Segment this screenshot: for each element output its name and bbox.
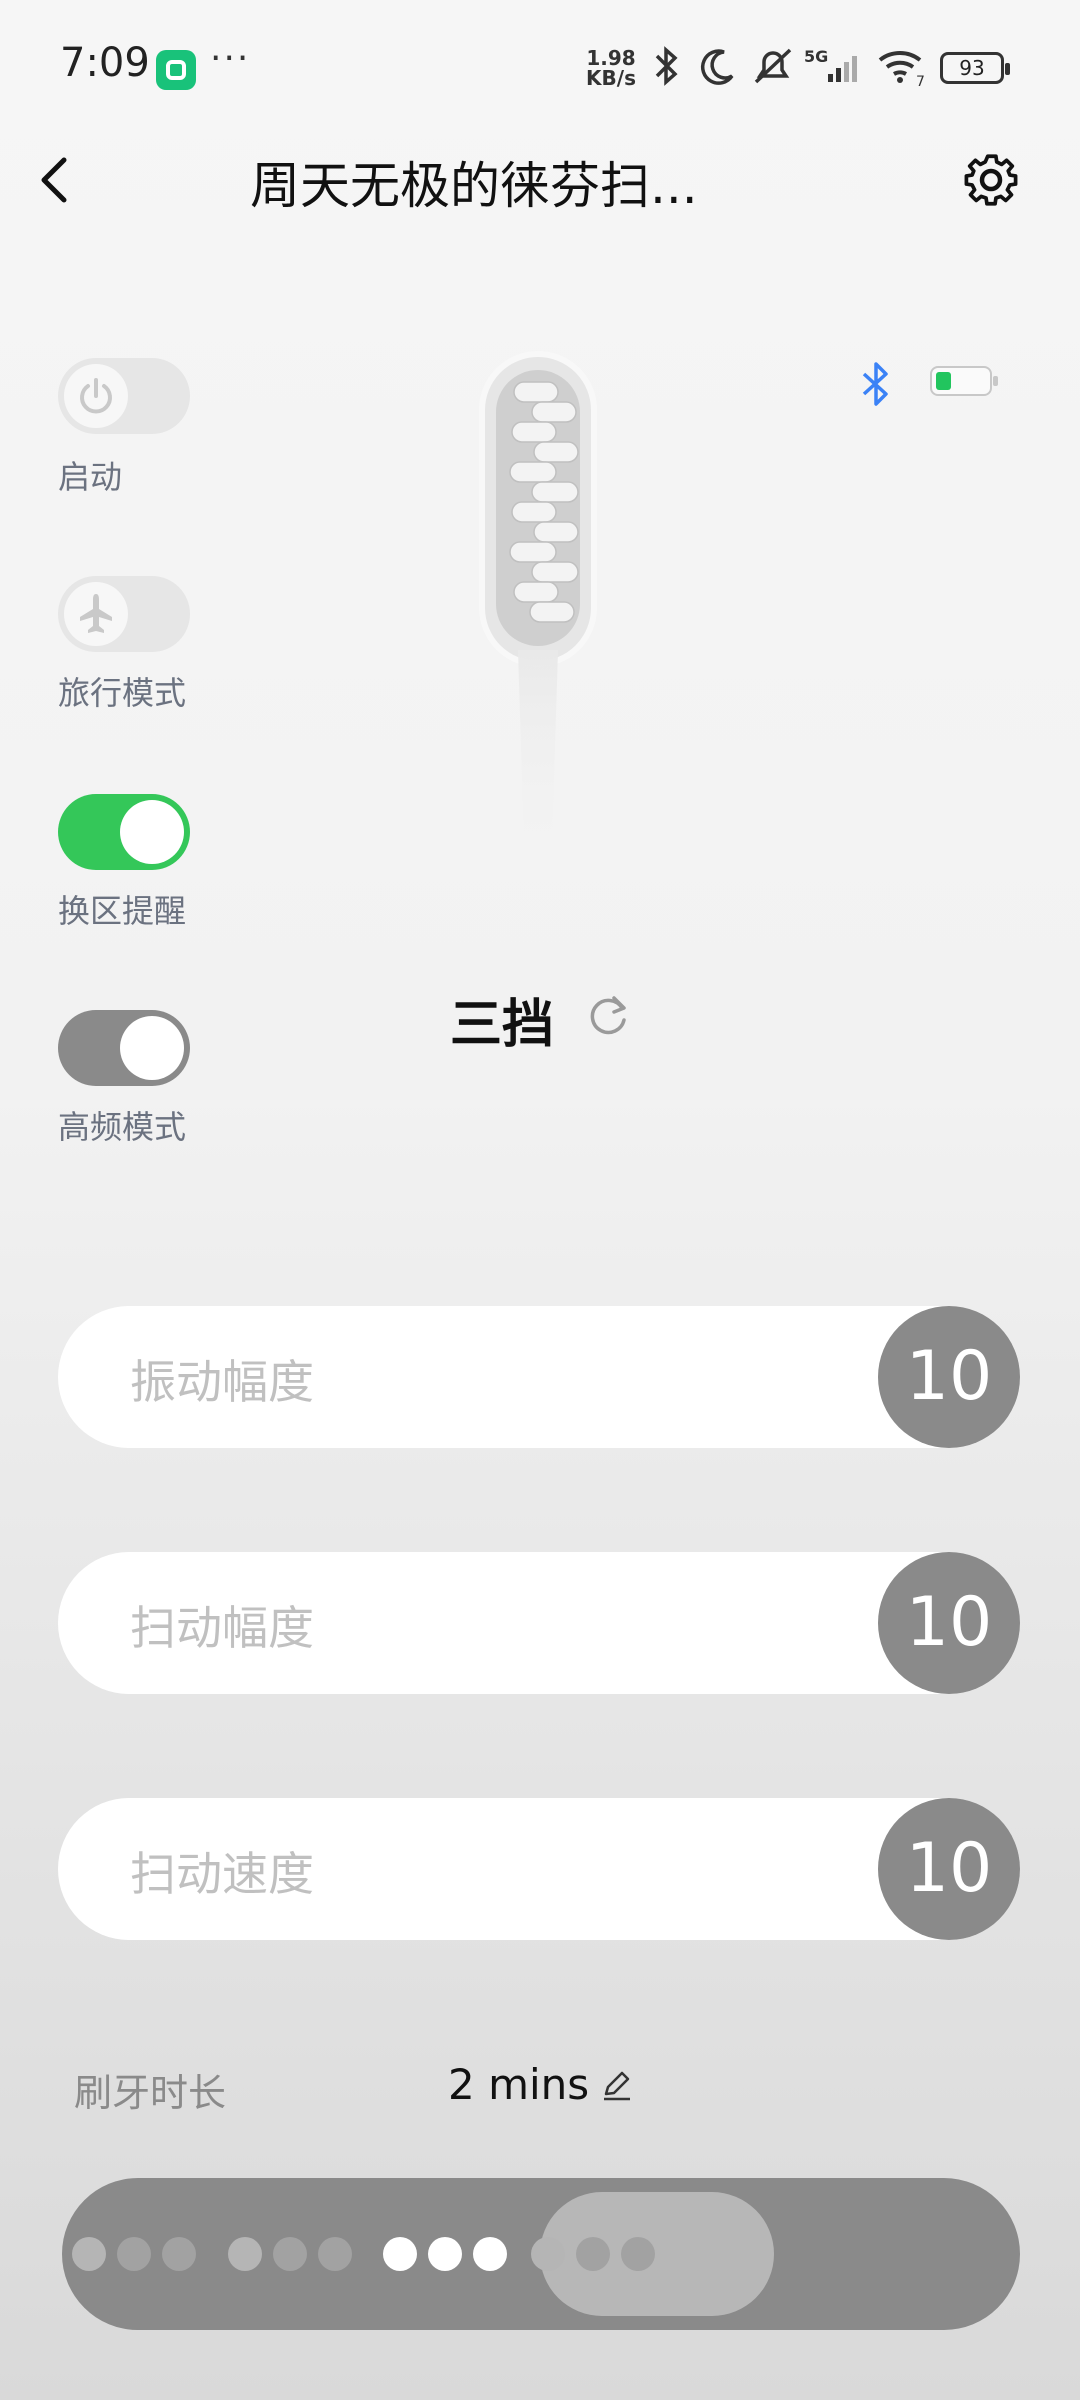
duration-dot[interactable] [383,2237,417,2271]
edit-pencil-icon[interactable] [600,2068,634,2102]
duration-dot[interactable] [318,2237,352,2271]
svg-text:7: 7 [916,74,925,88]
slider-label: 扫动速度 [130,1847,314,1901]
airplane-icon [80,594,112,633]
page-title: 周天无极的徕芬扫... [250,157,698,215]
toggle-knob [64,582,128,646]
toggle-knob [120,800,184,864]
sweep-speed-slider[interactable]: 扫动速度 10 [58,1798,1020,1940]
toggle-start[interactable] [58,358,190,434]
toothbrush-head-image [479,351,597,910]
power-icon [80,378,112,414]
sweep-amplitude-slider[interactable]: 扫动幅度 10 [58,1552,1020,1694]
silent-bell-icon [754,48,792,84]
bluetooth-status-icon [655,46,678,86]
network-speed-value: 1.98 [586,46,636,70]
slider-label: 扫动幅度 [130,1601,314,1655]
toggle-zone-reminder[interactable] [58,794,190,870]
duration-dot[interactable] [531,2237,565,2271]
toggle-travel-mode-label: 旅行模式 [58,674,187,712]
status-time: 7:09 [60,40,150,86]
svg-text:5G: 5G [804,47,828,66]
network-speed-unit: KB/s [586,66,636,90]
mode-label: 三挡 [450,995,555,1055]
duration-dot[interactable] [228,2237,262,2271]
toggle-travel-mode[interactable] [58,576,190,652]
toggle-high-frequency-label: 高频模式 [58,1108,187,1146]
vibration-amplitude-slider[interactable]: 振动幅度 10 [58,1306,1020,1448]
do-not-disturb-moon-icon [701,49,734,85]
slider-value-knob[interactable]: 10 [878,1552,1020,1694]
toggle-high-frequency[interactable] [58,1010,190,1086]
toggle-knob [120,1016,184,1080]
duration-dot[interactable] [428,2237,462,2271]
signal-5g-icon: 5G [804,47,857,82]
slider-label: 振动幅度 [130,1355,314,1409]
settings-gear-button[interactable] [956,148,1026,212]
device-battery-fill [936,372,951,390]
battery-indicator: 93 [940,52,1010,84]
more-notifications-icon: ··· [210,38,251,79]
duration-dot[interactable] [576,2237,610,2271]
toggle-start-label: 启动 [58,458,123,496]
network-speed: 1.98 KB/s [585,48,637,88]
slider-value-knob[interactable]: 10 [878,1306,1020,1448]
brushing-duration-label: 刷牙时长 [74,2071,227,2115]
back-button[interactable] [30,150,80,210]
toggle-zone-reminder-label: 换区提醒 [58,892,187,930]
duration-dot-selector[interactable] [62,2178,1020,2330]
toggle-knob [64,364,128,428]
duration-dot[interactable] [273,2237,307,2271]
duration-dot[interactable] [621,2237,655,2271]
mode-refresh-button[interactable] [584,990,634,1040]
mi-home-app-icon [156,50,196,90]
duration-dot[interactable] [72,2237,106,2271]
brushing-duration-value[interactable]: 2 mins [448,2060,589,2109]
device-battery-icon [930,366,998,396]
wifi-icon: 7 [878,50,925,88]
duration-dot[interactable] [117,2237,151,2271]
device-bluetooth-icon [862,362,888,406]
duration-dot[interactable] [162,2237,196,2271]
duration-dot[interactable] [473,2237,507,2271]
slider-value-knob[interactable]: 10 [878,1798,1020,1940]
